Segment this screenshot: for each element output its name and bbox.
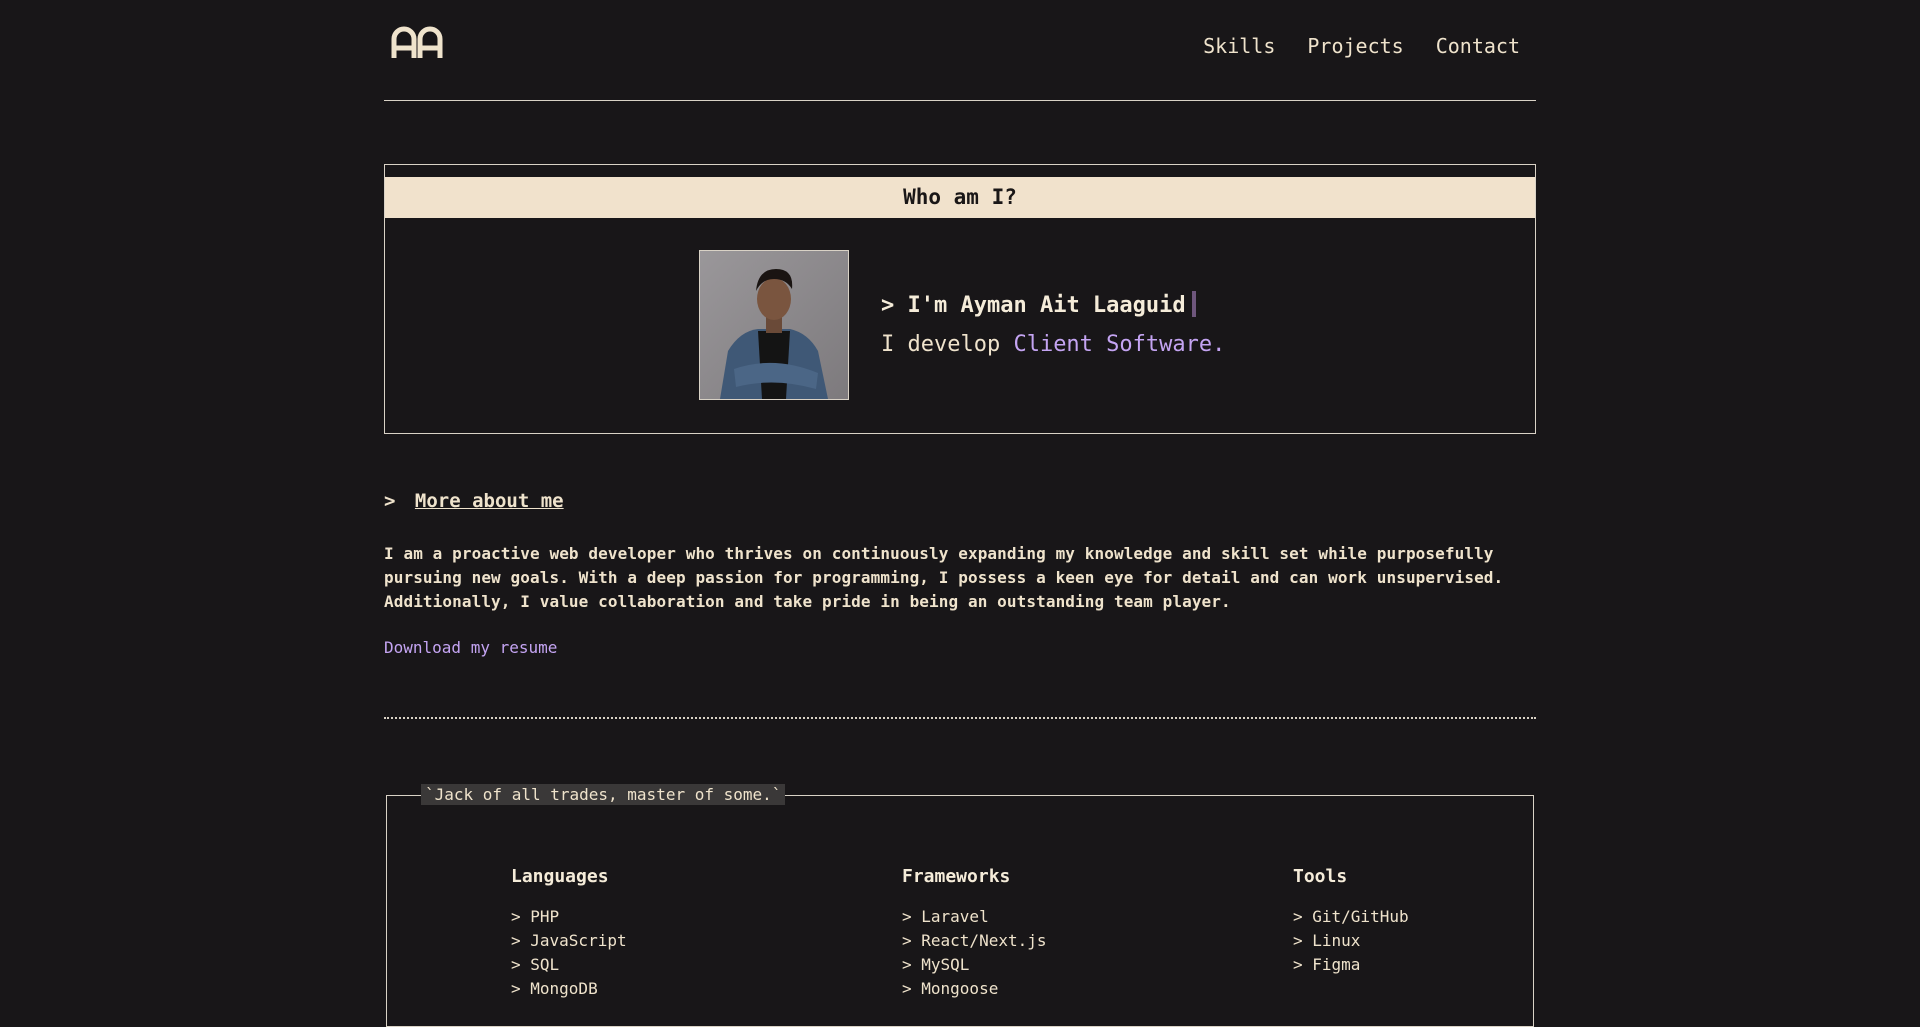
download-resume-link[interactable]: Download my resume bbox=[384, 638, 557, 657]
intro-role-prefix: I develop bbox=[881, 332, 1014, 357]
skill-item: > MySQL bbox=[902, 955, 970, 974]
intro-role-highlight: Client Software. bbox=[1013, 332, 1226, 357]
main-nav: Skills Projects Contact bbox=[1203, 34, 1520, 58]
skills-column-title: Languages bbox=[511, 866, 609, 887]
section-divider bbox=[384, 717, 1536, 719]
skills-column-title: Frameworks bbox=[902, 866, 1011, 887]
who-am-i-title: Who am I? bbox=[385, 177, 1535, 218]
intro-prompt: > bbox=[881, 293, 908, 318]
bio-paragraph: I am a proactive web developer who thriv… bbox=[384, 544, 1504, 611]
logo-icon bbox=[391, 26, 443, 58]
skill-item: > MongoDB bbox=[511, 979, 598, 998]
more-prompt: > bbox=[384, 490, 396, 512]
skills-panel: `Jack of all trades, master of some.` La… bbox=[386, 784, 1534, 1027]
nav-skills[interactable]: Skills bbox=[1203, 34, 1275, 58]
intro-role: I develop Client Software. bbox=[881, 332, 1225, 357]
skill-item: > JavaScript bbox=[511, 931, 627, 950]
skills-list: > PHP > JavaScript > SQL > MongoDB bbox=[511, 905, 627, 1001]
skill-item: > React/Next.js bbox=[902, 931, 1047, 950]
site-header: Skills Projects Contact bbox=[384, 0, 1536, 101]
skills-column-title: Tools bbox=[1293, 866, 1348, 887]
skill-item: > Git/GitHub bbox=[1293, 907, 1409, 926]
skills-list: > Laravel > React/Next.js > MySQL > Mong… bbox=[902, 905, 1047, 1001]
skills-legend: `Jack of all trades, master of some.` bbox=[421, 784, 786, 805]
skill-item: > Mongoose bbox=[902, 979, 999, 998]
avatar bbox=[699, 250, 849, 400]
nav-contact[interactable]: Contact bbox=[1436, 34, 1520, 58]
nav-projects[interactable]: Projects bbox=[1307, 34, 1403, 58]
skills-column-languages: Languages > PHP > JavaScript > SQL > Mon… bbox=[511, 866, 627, 1001]
skill-item: > Linux bbox=[1293, 931, 1361, 950]
more-about-me-heading: > More about me bbox=[384, 490, 564, 512]
skills-column-frameworks: Frameworks > Laravel > React/Next.js > M… bbox=[902, 866, 1047, 1001]
intro-name-text: I'm Ayman Ait Laaguid bbox=[907, 293, 1186, 318]
skill-item: > Figma bbox=[1293, 955, 1361, 974]
skills-list: > Git/GitHub > Linux > Figma bbox=[1293, 905, 1409, 977]
intro-name: > I'm Ayman Ait Laaguid bbox=[881, 291, 1196, 318]
typing-cursor bbox=[1191, 291, 1196, 317]
skill-item: > PHP bbox=[511, 907, 560, 926]
logo[interactable] bbox=[390, 24, 448, 66]
skills-column-tools: Tools > Git/GitHub > Linux > Figma bbox=[1293, 866, 1409, 977]
who-am-i-card: Who am I? > I'm Ayman Ait Laaguid I deve… bbox=[384, 164, 1536, 434]
profile-photo bbox=[700, 251, 848, 399]
skill-item: > SQL bbox=[511, 955, 560, 974]
skill-item: > Laravel bbox=[902, 907, 989, 926]
more-about-me-link[interactable]: More about me bbox=[415, 490, 564, 512]
